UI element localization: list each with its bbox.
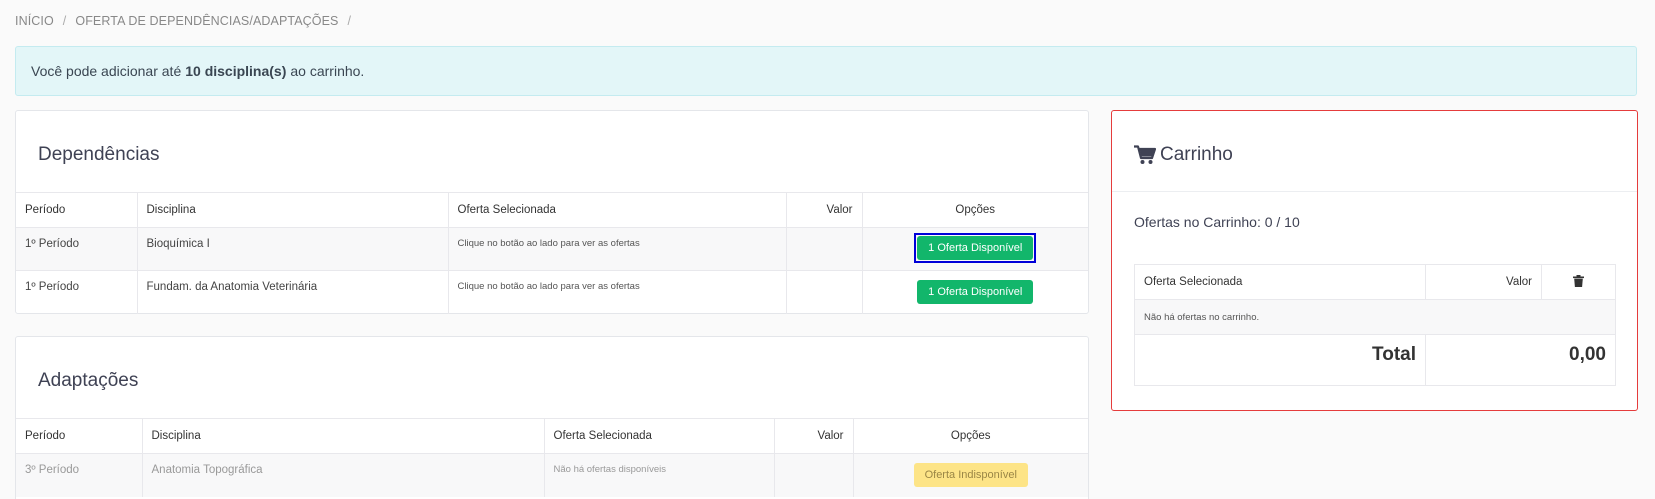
cart-title: Carrinho <box>1134 144 1233 166</box>
cart-empty-row: Não há ofertas no carrinho. <box>1134 299 1616 335</box>
focus-ring: 1 Oferta Disponível <box>914 233 1037 263</box>
cart-total-label: Total <box>1134 334 1426 386</box>
cart-count: Ofertas no Carrinho: 0 / 10 <box>1134 214 1300 230</box>
cart-col-remove <box>1542 265 1616 300</box>
adaptacoes-table: Período Disciplina Oferta Selecionada Va… <box>16 418 1088 497</box>
col-valor: Valor <box>774 418 854 454</box>
oferta-disponivel-button[interactable]: 1 Oferta Disponível <box>917 280 1034 304</box>
table-row: 3º Período Anatomia Topográfica Não há o… <box>16 453 1088 497</box>
cart-table: Oferta Selecionada Valor Não há ofertas … <box>1134 264 1616 386</box>
row-oferta: Clique no botão ao lado para ver as ofer… <box>448 270 787 314</box>
row-opcoes: 1 Oferta Disponível <box>862 270 1088 314</box>
breadcrumb-home[interactable]: INÍCIO <box>15 14 54 28</box>
cart-empty-text: Não há ofertas no carrinho. <box>1134 299 1616 335</box>
breadcrumb-separator: / <box>62 14 67 28</box>
breadcrumb: INÍCIO / OFERTA DE DEPENDÊNCIAS/ADAPTAÇÕ… <box>15 14 360 28</box>
col-oferta: Oferta Selecionada <box>448 192 787 228</box>
row-opcoes: Oferta Indisponível <box>853 453 1088 497</box>
adaptacoes-card: Adaptações Período Disciplina Oferta Sel… <box>15 336 1089 499</box>
row-disciplina: Bioquímica I <box>137 227 449 271</box>
col-periodo: Período <box>16 418 143 454</box>
cart-header: Carrinho <box>1112 111 1637 192</box>
row-periodo: 1º Período <box>16 270 138 314</box>
row-valor <box>774 453 854 497</box>
row-opcoes: 1 Oferta Disponível <box>862 227 1088 271</box>
breadcrumb-separator: / <box>347 14 352 28</box>
trash-icon[interactable] <box>1573 274 1584 287</box>
row-periodo: 1º Período <box>16 227 138 271</box>
adaptacoes-title: Adaptações <box>38 370 139 391</box>
alert-highlight: 10 disciplina(s) <box>185 63 287 79</box>
cart-title-text: Carrinho <box>1160 144 1233 165</box>
col-opcoes: Opções <box>853 418 1088 454</box>
col-valor: Valor <box>786 192 863 228</box>
col-periodo: Período <box>16 192 138 228</box>
info-alert: Você pode adicionar até 10 disciplina(s)… <box>15 46 1637 96</box>
row-valor <box>786 227 863 271</box>
breadcrumb-current[interactable]: OFERTA DE DEPENDÊNCIAS/ADAPTAÇÕES <box>75 14 338 28</box>
table-row: 1º Período Bioquímica I Clique no botão … <box>16 227 1088 271</box>
row-valor <box>786 270 863 314</box>
col-opcoes: Opções <box>862 192 1088 228</box>
cart-total-value: 0,00 <box>1425 334 1616 386</box>
shopping-cart-icon <box>1134 145 1156 165</box>
col-disciplina: Disciplina <box>142 418 545 454</box>
row-disciplina: Anatomia Topográfica <box>142 453 545 497</box>
table-row: 1º Período Fundam. da Anatomia Veterinár… <box>16 270 1088 314</box>
cart-col-oferta: Oferta Selecionada <box>1134 264 1426 300</box>
oferta-disponivel-button[interactable]: 1 Oferta Disponível <box>917 236 1034 260</box>
cart-total-row: Total 0,00 <box>1134 334 1616 386</box>
alert-suffix: ao carrinho. <box>290 63 365 79</box>
oferta-indisponivel-button[interactable]: Oferta Indisponível <box>913 463 1028 487</box>
dependencias-table: Período Disciplina Oferta Selecionada Va… <box>16 192 1088 314</box>
row-periodo: 3º Período <box>16 453 143 497</box>
row-oferta: Clique no botão ao lado para ver as ofer… <box>448 227 787 271</box>
col-oferta: Oferta Selecionada <box>544 418 775 454</box>
row-disciplina: Fundam. da Anatomia Veterinária <box>137 270 449 314</box>
row-oferta: Não há ofertas disponíveis <box>544 453 775 497</box>
cart-card: Carrinho Ofertas no Carrinho: 0 / 10 Ofe… <box>1111 110 1638 411</box>
dependencias-card: Dependências Período Disciplina Oferta S… <box>15 110 1089 314</box>
cart-col-valor: Valor <box>1425 264 1542 300</box>
dependencias-title: Dependências <box>38 144 160 165</box>
col-disciplina: Disciplina <box>137 192 449 228</box>
alert-prefix: Você pode adicionar até <box>31 63 182 79</box>
